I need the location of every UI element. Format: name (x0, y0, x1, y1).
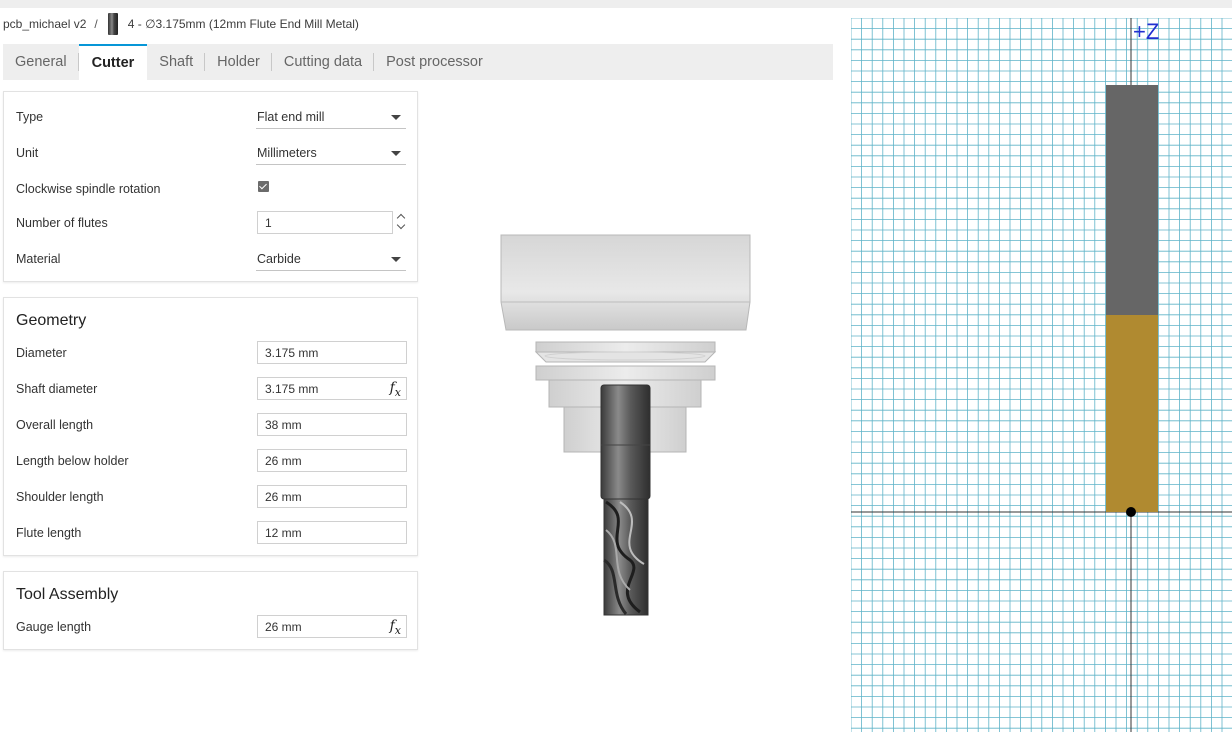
profile-canvas: +Z (850, 17, 1232, 732)
flute-length-value: 12 mm (265, 525, 302, 540)
tool-tip-point (1126, 507, 1136, 517)
chevron-down-icon (391, 115, 401, 120)
flutes-value: 1 (265, 215, 272, 230)
unit-select[interactable]: Millimeters (256, 141, 406, 165)
material-select[interactable]: Carbide (256, 247, 406, 271)
flutes-row: Number of flutes 1 (4, 205, 417, 241)
diameter-input[interactable]: 3.175 mm (257, 341, 407, 364)
flutes-input[interactable]: 1 (257, 211, 393, 234)
formula-icon[interactable]: fx (390, 380, 401, 399)
diameter-value: 3.175 mm (265, 345, 319, 360)
diameter-label: Diameter (16, 346, 67, 360)
type-select[interactable]: Flat end mill (256, 105, 406, 129)
type-value: Flat end mill (257, 109, 325, 124)
tab-cutting-data[interactable]: Cutting data (272, 44, 375, 80)
unit-label: Unit (16, 146, 39, 160)
unit-row: Unit Millimeters (4, 135, 417, 171)
length-below-holder-label: Length below holder (16, 454, 129, 468)
flute-length-label: Flute length (16, 526, 82, 540)
formula-icon[interactable]: fx (390, 618, 401, 637)
material-value: Carbide (257, 251, 301, 266)
grid-lines (850, 17, 1232, 732)
breadcrumb: pcb_michael v2 / 4 - ∅3.175mm (12mm Flut… (3, 12, 359, 36)
z-axis-label: +Z (1133, 19, 1159, 44)
material-label: Material (16, 252, 61, 266)
length-below-holder-input[interactable]: 26 mm (257, 449, 407, 472)
spindle-rotation-checkbox[interactable] (258, 181, 269, 192)
window-top-strip (0, 0, 1232, 8)
shoulder-length-value: 26 mm (265, 489, 302, 504)
chevron-down-icon (391, 151, 401, 156)
gauge-length-label: Gauge length (16, 620, 92, 634)
shaft-diameter-input[interactable]: 3.175 mm fx (257, 377, 407, 400)
chevron-down-icon[interactable] (396, 220, 406, 230)
breadcrumb-project[interactable]: pcb_michael v2 (3, 17, 86, 31)
tab-general[interactable]: General (3, 44, 79, 80)
cutter-panel: Type Flat end mill Unit Millimeters Cloc… (3, 91, 418, 282)
end-mill-icon (107, 13, 118, 35)
gauge-length-value: 26 mm (265, 619, 302, 634)
length-below-holder-row: Length below holder 26 mm (4, 443, 417, 479)
shoulder-length-input[interactable]: 26 mm (257, 485, 407, 508)
shaft-diameter-value: 3.175 mm (265, 381, 319, 396)
spindle-rotation-row: Clockwise spindle rotation (4, 171, 417, 207)
profile-shaft (1106, 85, 1158, 315)
flute-length-input[interactable]: 12 mm (257, 521, 407, 544)
end-mill-graphic (600, 384, 651, 616)
tab-shaft[interactable]: Shaft (147, 44, 206, 80)
geometry-title: Geometry (16, 312, 87, 329)
tab-cutter[interactable]: Cutter (78, 44, 148, 80)
type-label: Type (16, 110, 44, 124)
spindle-rotation-label: Clockwise spindle rotation (16, 182, 161, 196)
shaft-diameter-label: Shaft diameter (16, 382, 98, 396)
tool-assembly-panel: Tool Assembly Gauge length 26 mm fx (3, 571, 418, 650)
tab-holder[interactable]: Holder (205, 44, 272, 80)
material-row: Material Carbide (4, 241, 417, 277)
geometry-panel: Geometry Diameter 3.175 mm Shaft diamete… (3, 297, 418, 556)
flute-length-row: Flute length 12 mm (4, 515, 417, 551)
shaft-diameter-row: Shaft diameter 3.175 mm fx (4, 371, 417, 407)
flutes-label: Number of flutes (16, 216, 108, 230)
gauge-length-input[interactable]: 26 mm fx (257, 615, 407, 638)
formula-icon-x: x (394, 623, 401, 637)
length-below-holder-value: 26 mm (265, 453, 302, 468)
breadcrumb-separator: / (94, 17, 98, 31)
shoulder-length-row: Shoulder length 26 mm (4, 479, 417, 515)
breadcrumb-tool-name: 4 - ∅3.175mm (12mm Flute End Mill Metal) (127, 17, 359, 31)
overall-length-value: 38 mm (265, 417, 302, 432)
overall-length-input[interactable]: 38 mm (257, 413, 407, 436)
gauge-length-row: Gauge length 26 mm fx (4, 609, 417, 645)
overall-length-label: Overall length (16, 418, 94, 432)
tab-bar: General Cutter Shaft Holder Cutting data… (3, 44, 833, 80)
unit-value: Millimeters (257, 145, 317, 160)
tool-assembly-title: Tool Assembly (16, 586, 119, 603)
tool-3d-preview[interactable] (440, 90, 830, 650)
overall-length-row: Overall length 38 mm (4, 407, 417, 443)
tab-post-processor[interactable]: Post processor (374, 44, 495, 80)
profile-flutes (1106, 315, 1158, 512)
type-row: Type Flat end mill (4, 99, 417, 135)
diameter-row: Diameter 3.175 mm (4, 335, 417, 371)
shoulder-length-label: Shoulder length (16, 490, 104, 504)
formula-icon-x: x (394, 385, 401, 399)
flutes-stepper[interactable] (396, 211, 407, 234)
tool-profile-grid[interactable]: +Z (850, 17, 1232, 732)
chevron-down-icon (391, 257, 401, 262)
